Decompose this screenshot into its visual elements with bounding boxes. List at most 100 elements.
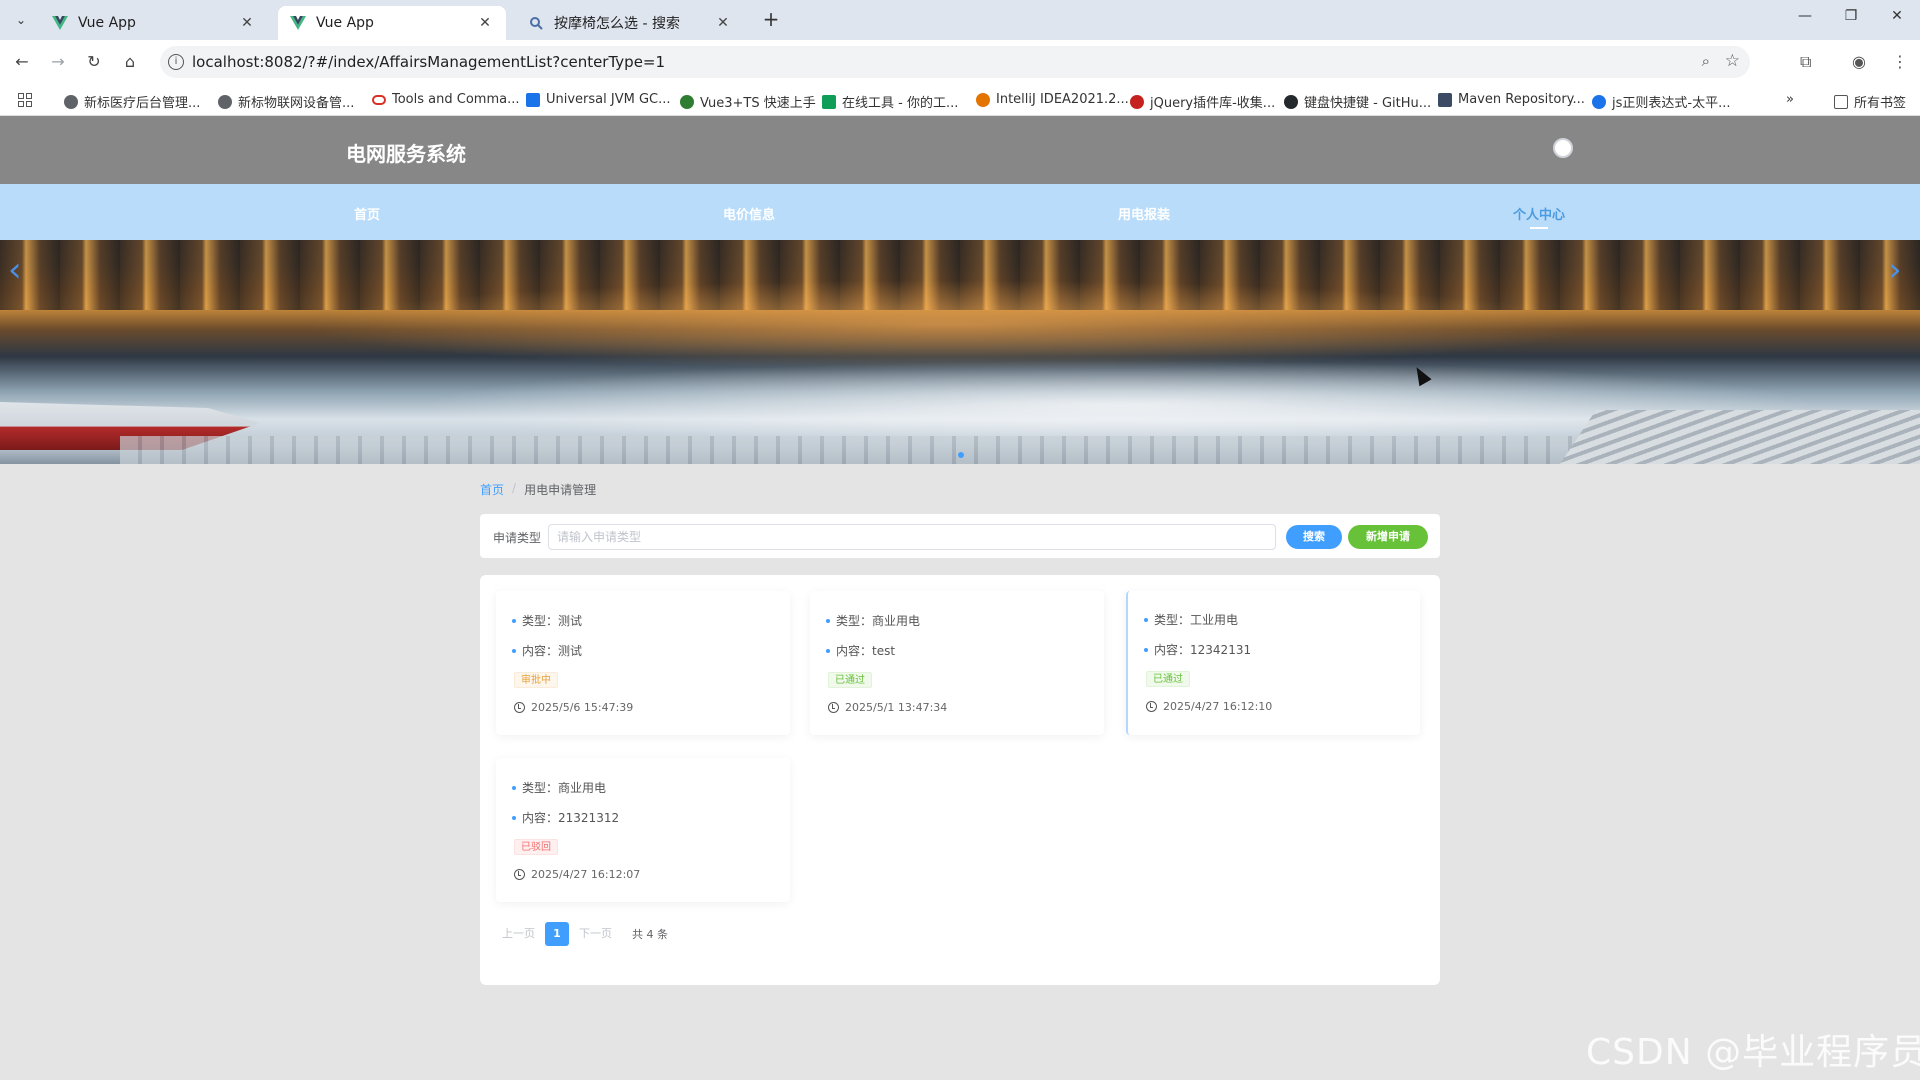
watermark: CSDN @毕业程序员	[1586, 1032, 1920, 1073]
bullet-icon	[826, 618, 830, 623]
application-card[interactable]: 类型： 商业用电 内容： 21321312 已驳回 2025/4/27 16:12:…	[496, 758, 790, 902]
nav-active-indicator	[1530, 227, 1548, 229]
more-bookmarks-icon[interactable]: »	[1786, 92, 1794, 107]
tab-title: Vue App	[78, 15, 136, 31]
application-list: 类型： 测试 内容： 测试 审批中 2025/5/6 15:47:39 类型： 商业用…	[480, 575, 1440, 985]
nav-power-install[interactable]: 用电报装	[1118, 204, 1170, 223]
bookmarks-bar: 新标医疗后台管理... 新标物联网设备管... Tools and Comma.…	[0, 84, 1920, 116]
carousel-next-icon[interactable]: ›	[1888, 250, 1902, 290]
application-card[interactable]: 类型： 商业用电 内容： test 已通过 2025/5/1 13:47:34	[810, 591, 1104, 735]
tools-icon	[822, 94, 836, 109]
bookmark-item[interactable]: 新标医疗后台管理...	[64, 92, 200, 111]
timestamp: 2025/4/27 16:12:10	[1146, 700, 1272, 713]
idea-icon	[976, 92, 990, 107]
home-icon[interactable]: ⌂	[120, 52, 140, 72]
application-type-input[interactable]	[548, 524, 1276, 550]
apps-grid-icon[interactable]	[18, 93, 32, 107]
clock-icon	[1146, 701, 1157, 712]
maven-icon	[1438, 92, 1452, 107]
pagination: 上一页 1 下一页 共 4 条	[500, 922, 668, 946]
address-bar: ← → ↻ ⌂ i localhost:8082/?#/index/Affair…	[0, 40, 1920, 84]
bookmark-item[interactable]: IntelliJ IDEA2021.2...	[976, 92, 1129, 107]
status-badge: 已通过	[828, 672, 872, 688]
bullet-icon	[512, 618, 516, 623]
back-icon[interactable]: ←	[12, 52, 32, 72]
search-icon	[528, 15, 544, 31]
url-bar[interactable]: i localhost:8082/?#/index/AffairsManagem…	[160, 46, 1750, 78]
search-button[interactable]: 搜索	[1286, 525, 1342, 549]
bookmark-item[interactable]: Maven Repository...	[1438, 92, 1585, 107]
search-label: 申请类型	[493, 531, 542, 545]
nav-personal-center[interactable]: 个人中心	[1513, 204, 1565, 223]
status-badge: 已驳回	[514, 839, 558, 855]
add-application-button[interactable]: 新增申请	[1348, 525, 1428, 549]
close-window-icon[interactable]: ✕	[1882, 8, 1912, 24]
search-panel: 申请类型 搜索 新增申请	[480, 514, 1440, 558]
profile-icon[interactable]: ◉	[1852, 52, 1866, 71]
zoom-icon[interactable]: ⌕	[1702, 52, 1710, 70]
prev-page-button[interactable]: 上一页	[500, 922, 537, 946]
page-number-button[interactable]: 1	[545, 922, 569, 946]
close-tab-icon[interactable]: ✕	[714, 15, 732, 31]
new-tab-icon[interactable]: +	[760, 9, 782, 31]
content-row: 内容： 测试	[512, 642, 582, 659]
clock-icon	[828, 702, 839, 713]
forward-icon[interactable]: →	[48, 52, 68, 72]
menu-icon[interactable]: ⋮	[1892, 52, 1908, 71]
browser-tab-1[interactable]: Vue App ✕	[40, 6, 268, 40]
bookmark-item[interactable]: Tools and Comma...	[372, 92, 519, 107]
close-tab-icon[interactable]: ✕	[476, 15, 494, 31]
all-bookmarks[interactable]: 所有书签	[1834, 92, 1906, 111]
bookmark-item[interactable]: 在线工具 - 你的工...	[822, 92, 958, 111]
bookmark-star-icon[interactable]: ☆	[1725, 51, 1740, 71]
close-tab-icon[interactable]: ✕	[238, 15, 256, 31]
type-row: 类型： 工业用电	[1144, 611, 1238, 628]
bullet-icon	[512, 785, 516, 790]
folder-icon	[1834, 94, 1848, 109]
application-card[interactable]: 类型： 工业用电 内容： 12342131 已通过 2025/4/27 16:12:…	[1126, 591, 1420, 735]
bookmark-item[interactable]: 新标物联网设备管...	[218, 92, 354, 111]
carousel-indicator[interactable]	[958, 452, 964, 458]
user-avatar[interactable]	[1553, 138, 1573, 158]
oracle-icon	[372, 94, 386, 105]
extensions-icon[interactable]: ⧉	[1800, 52, 1811, 72]
regex-icon	[1592, 94, 1606, 109]
browser-tab-3[interactable]: 按摩椅怎么选 - 搜索 ✕	[516, 6, 744, 40]
nav-price-info[interactable]: 电价信息	[723, 204, 775, 223]
globe-icon	[64, 94, 78, 109]
bookmark-item[interactable]: Vue3+TS 快速上手	[680, 92, 816, 111]
vue-logo-icon	[290, 15, 306, 31]
browser-tab-2[interactable]: Vue App ✕	[278, 6, 506, 40]
bookmark-item[interactable]: Universal JVM GC...	[526, 92, 671, 107]
next-page-button[interactable]: 下一页	[577, 922, 614, 946]
type-row: 类型： 测试	[512, 612, 582, 629]
nav-home[interactable]: 首页	[354, 204, 380, 223]
banner-light-glow	[300, 280, 1600, 370]
timestamp: 2025/5/6 15:47:39	[514, 701, 633, 714]
total-count: 共 4 条	[632, 928, 668, 941]
breadcrumb-home[interactable]: 首页	[480, 481, 504, 498]
tab-title: 按摩椅怎么选 - 搜索	[554, 16, 680, 32]
type-row: 类型： 商业用电	[512, 779, 606, 796]
tab-search-icon[interactable]: ⌄	[10, 9, 32, 31]
jquery-icon	[1130, 94, 1144, 109]
site-header: 电网服务系统	[0, 116, 1920, 184]
bookmark-item[interactable]: js正则表达式-太平...	[1592, 92, 1730, 111]
content-row: 内容： test	[826, 642, 895, 659]
content-row: 内容： 12342131	[1144, 641, 1251, 658]
github-icon	[1284, 94, 1298, 109]
reload-icon[interactable]: ↻	[84, 52, 104, 72]
restore-icon[interactable]: ❐	[1836, 8, 1866, 24]
carousel-prev-icon[interactable]: ‹	[8, 250, 22, 290]
bookmark-item[interactable]: jQuery插件库-收集...	[1130, 92, 1275, 111]
minimize-icon[interactable]: —	[1790, 8, 1820, 24]
bookmark-item[interactable]: 键盘快捷键 - GitHu...	[1284, 92, 1431, 111]
clock-icon	[514, 869, 525, 880]
site-info-icon[interactable]: i	[168, 54, 184, 70]
bullet-icon	[512, 815, 516, 820]
vue3-icon	[680, 94, 694, 109]
gc-icon	[526, 92, 540, 107]
status-badge: 审批中	[514, 672, 558, 688]
application-card[interactable]: 类型： 测试 内容： 测试 审批中 2025/5/6 15:47:39	[496, 591, 790, 735]
url-text[interactable]: localhost:8082/?#/index/AffairsManagemen…	[192, 53, 665, 71]
